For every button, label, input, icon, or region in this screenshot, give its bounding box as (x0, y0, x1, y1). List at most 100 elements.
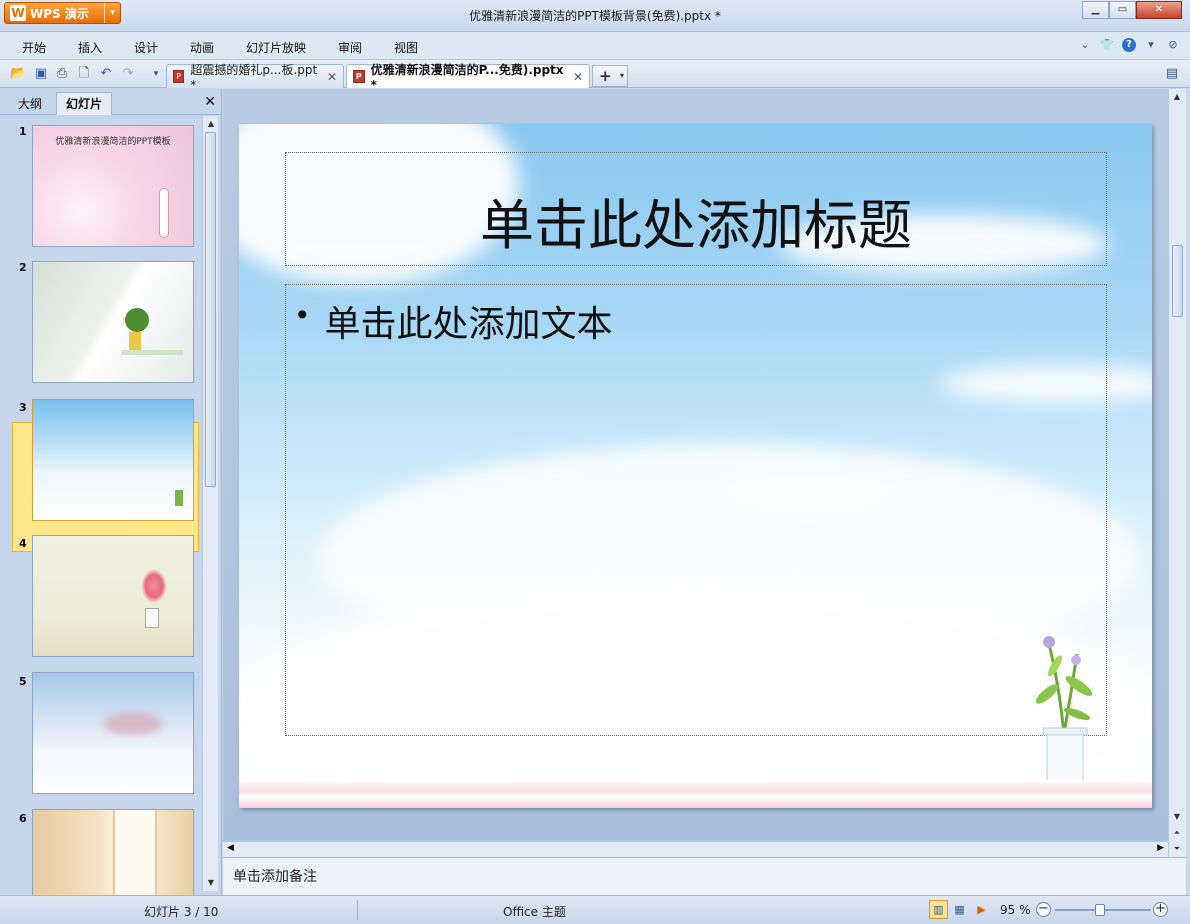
slide-thumbnail-list: 1 优雅清新浪漫简洁的PPT模板 2 3 4 5 6 (0, 116, 202, 895)
slide-thumbnail-6[interactable] (32, 809, 194, 895)
close-pane-icon[interactable]: ✕ (204, 94, 216, 110)
new-tab-button[interactable]: + ▾ (592, 65, 628, 87)
ppt-file-icon: P (353, 70, 365, 83)
bullet-icon: • (294, 299, 311, 332)
slide-thumbnail-4[interactable] (32, 535, 194, 657)
save-icon[interactable]: ▣ (33, 66, 49, 82)
notes-pane[interactable]: 单击添加备注 (223, 857, 1186, 895)
scroll-down-icon[interactable]: ▼ (1169, 809, 1185, 825)
tab-label: 超震撼的婚礼p...板.ppt * (190, 63, 318, 92)
slide-thumbnail-3[interactable] (32, 399, 194, 521)
menu-view[interactable]: 视图 (394, 39, 418, 56)
undo-icon[interactable]: ↶ (98, 66, 114, 82)
close-tab-icon[interactable]: ✕ (573, 70, 583, 84)
print-icon[interactable]: ⎙ (54, 66, 70, 82)
window-title: 优雅清新浪漫简洁的PPT模板背景(免费).pptx * (469, 9, 721, 23)
layout-toggle-icon[interactable]: ▤ (1164, 66, 1180, 82)
blurred-flower-graphic (103, 713, 163, 735)
new-tab-dropdown-icon[interactable]: ▾ (620, 66, 624, 86)
slides-pane: 大纲 幻灯片 ✕ 1 优雅清新浪漫简洁的PPT模板 2 3 4 5 6 ▲ ▼ (0, 89, 222, 895)
plant-graphic (125, 308, 149, 332)
slide-thumbnail-2[interactable] (32, 261, 194, 383)
customize-toolbar-icon[interactable]: ▾ (148, 66, 164, 82)
potted-plant-graphic (1035, 636, 1093, 783)
collapse-ribbon-icon[interactable]: ⌄ (1078, 38, 1092, 52)
close-window-button[interactable]: ✕ (1136, 1, 1182, 19)
title-bar: W WPS 演示 ▾ 优雅清新浪漫简洁的PPT模板背景(免费).pptx * ▁… (0, 0, 1190, 32)
tab-current-pptx[interactable]: P 优雅清新浪漫简洁的P...免费).pptx * ✕ (346, 63, 590, 92)
scroll-thumb[interactable] (1172, 245, 1183, 317)
decorative-strip (239, 780, 1152, 808)
menu-animation[interactable]: 动画 (190, 39, 214, 56)
slide-sorter-view-icon[interactable]: ▦ (950, 900, 969, 919)
zoom-level: 95 % (1000, 903, 1031, 917)
plant-graphic (175, 490, 183, 506)
normal-view-icon[interactable]: ▥ (929, 900, 948, 919)
slide-number: 2 (19, 261, 27, 274)
previous-slide-icon[interactable]: ⏶ (1169, 825, 1185, 841)
slide-number: 5 (19, 675, 27, 688)
slide-number: 4 (19, 537, 27, 550)
slide-thumbnail-1[interactable]: 优雅清新浪漫简洁的PPT模板 (32, 125, 194, 247)
theme-name: Office 主题 (503, 905, 566, 919)
menu-insert[interactable]: 插入 (78, 39, 102, 56)
menu-design[interactable]: 设计 (134, 39, 158, 56)
slide-number: 6 (19, 812, 27, 825)
scroll-left-icon[interactable]: ◀ (227, 843, 234, 853)
status-bar: 幻灯片 3 / 10 Office 主题 ▥ ▦ ▶ 95 % − + (0, 895, 1190, 924)
menu-slideshow[interactable]: 幻灯片放映 (246, 39, 306, 56)
body-placeholder[interactable]: • 单击此处添加文本 (285, 284, 1107, 736)
zoom-in-icon[interactable]: + (1153, 902, 1168, 917)
scroll-thumb[interactable] (205, 132, 216, 487)
editor-horizontal-scrollbar[interactable]: ◀ ▶ (223, 841, 1168, 857)
current-slide[interactable]: 单击此处添加标题 • 单击此处添加文本 (239, 124, 1152, 808)
scroll-right-icon[interactable]: ▶ (1157, 843, 1164, 853)
slide-number: 1 (19, 125, 27, 138)
minimize-button[interactable]: ▁ (1082, 1, 1109, 19)
slide-thumbnail-caption: 优雅清新浪漫简洁的PPT模板 (55, 137, 171, 147)
help-icon[interactable]: ? (1122, 38, 1136, 52)
pot-graphic (129, 332, 141, 352)
menu-home[interactable]: 开始 (22, 39, 46, 56)
next-slide-icon[interactable]: ⏷ (1169, 841, 1185, 857)
slideshow-view-icon[interactable]: ▶ (972, 900, 991, 919)
close-tab-icon[interactable]: ✕ (327, 70, 337, 84)
slide-number: 3 (19, 401, 27, 414)
scroll-up-icon[interactable]: ▲ (203, 116, 219, 132)
scroll-down-icon[interactable]: ▼ (203, 875, 219, 891)
status-divider (357, 900, 358, 920)
bullet-text: 单击此处添加文本 (324, 304, 613, 345)
pane-tabs: 大纲 幻灯片 ✕ (0, 89, 222, 115)
help-dropdown-icon[interactable]: ▾ (1144, 38, 1158, 52)
window-graphic (113, 810, 157, 895)
title-placeholder[interactable]: 单击此处添加标题 (285, 152, 1107, 266)
open-folder-icon[interactable]: 📂 (10, 66, 26, 82)
skin-shirt-icon[interactable]: 👕 (1100, 38, 1114, 52)
slide-counter: 幻灯片 3 / 10 (144, 905, 219, 919)
zoom-slider[interactable] (1055, 904, 1151, 916)
slide-editor-area: 单击此处添加标题 • 单击此处添加文本 (223, 89, 1168, 841)
maximize-button[interactable]: ▭ (1109, 1, 1136, 19)
thumbnail-scrollbar[interactable]: ▲ ▼ (202, 116, 218, 891)
zoom-slider-knob[interactable] (1095, 904, 1105, 916)
print-preview-icon[interactable]: 🗋 (76, 66, 92, 82)
tab-outline[interactable]: 大纲 (8, 92, 52, 115)
tab-slides[interactable]: 幻灯片 (56, 92, 113, 115)
flowers-graphic (139, 566, 169, 606)
zoom-out-icon[interactable]: − (1036, 902, 1051, 917)
bullet-item: • 单击此处添加文本 (294, 295, 613, 347)
editor-vertical-scrollbar[interactable]: ▲ ▼ ⏶ ⏷ (1168, 89, 1186, 857)
pin-icon[interactable]: ⊘ (1166, 38, 1180, 52)
slide-title: 单击此处添加标题 (480, 194, 912, 257)
tab-label: 优雅清新浪漫简洁的P...免费).pptx * (370, 63, 564, 92)
menu-bar: 开始 插入 设计 动画 幻灯片放映 审阅 视图 ⌄ 👕 ? ▾ ⊘ (0, 32, 1190, 60)
menu-review[interactable]: 审阅 (338, 39, 362, 56)
notes-placeholder: 单击添加备注 (233, 869, 317, 885)
tab-wedding-ppt[interactable]: P 超震撼的婚礼p...板.ppt * ✕ (166, 63, 344, 92)
slide-thumbnail-5[interactable] (32, 672, 194, 794)
redo-icon[interactable]: ↷ (120, 66, 136, 82)
vase-graphic (145, 608, 159, 628)
ppt-file-icon: P (173, 70, 185, 83)
quick-access-toolbar: 📂 ▣ ⎙ 🗋 ↶ ↷ ▾ P 超震撼的婚礼p...板.ppt * ✕ P 优雅… (0, 60, 1190, 92)
scroll-up-icon[interactable]: ▲ (1169, 89, 1185, 105)
